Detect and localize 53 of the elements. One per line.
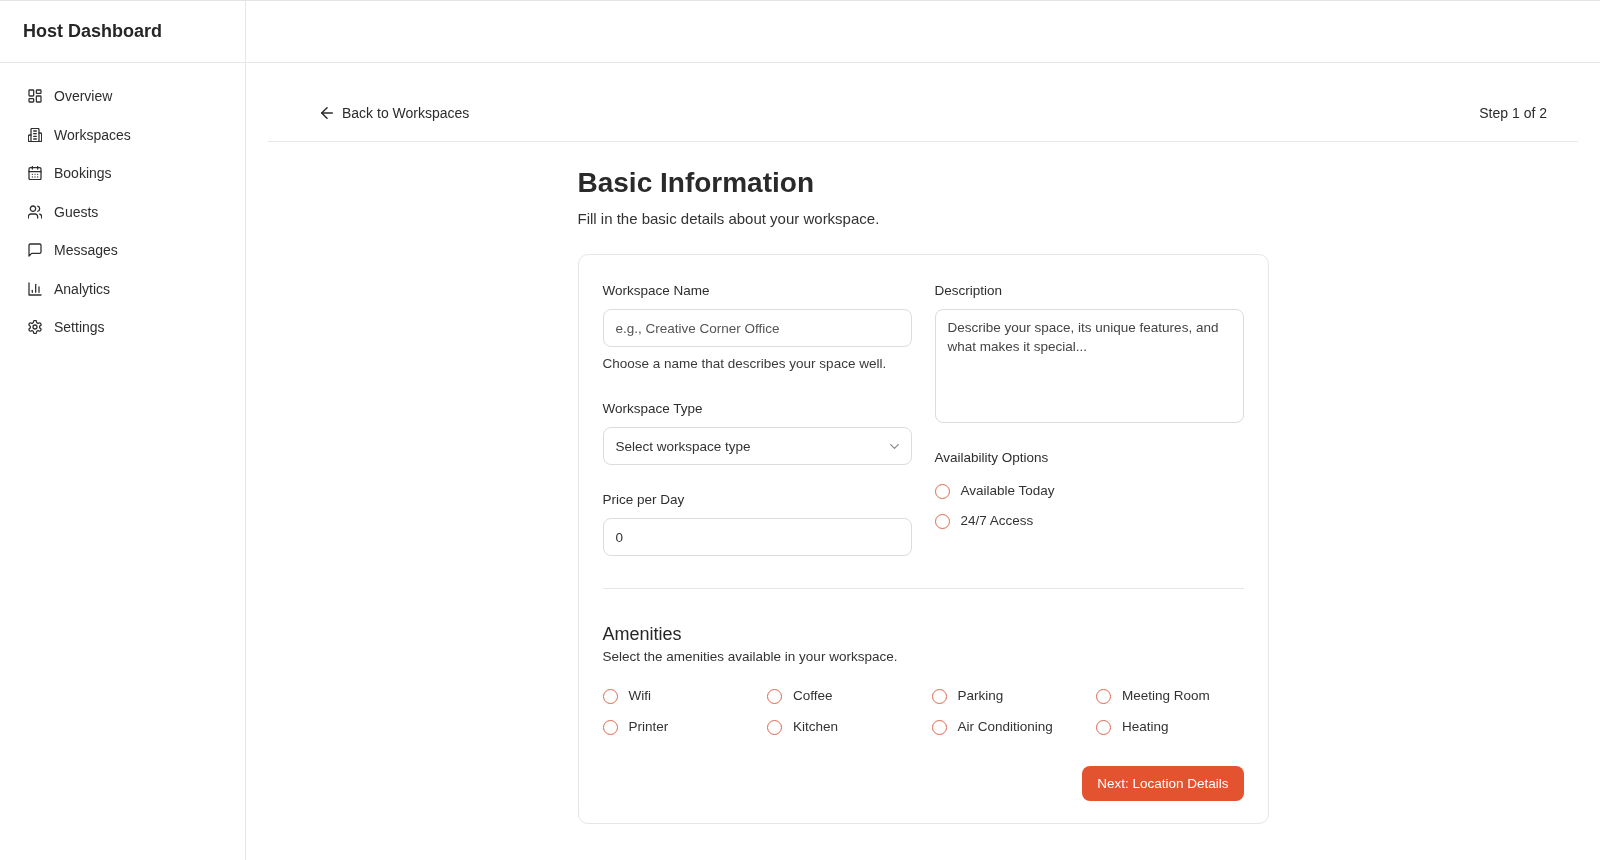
option-label: 24/7 Access: [960, 512, 1034, 530]
sidebar-title: Host Dashboard: [23, 21, 163, 42]
people-icon: [28, 204, 42, 219]
radio-button[interactable]: [767, 688, 782, 704]
field-hint: Choose a name that describes your space well.: [602, 355, 888, 373]
radio-button[interactable]: [934, 513, 950, 529]
textarea-field[interactable]: Describe your space, its unique features, and what makes it special...: [934, 309, 1244, 423]
building-icon: [28, 127, 42, 142]
radio-button[interactable]: [602, 688, 618, 704]
radio-button[interactable]: [1096, 719, 1111, 735]
option-label: Air Conditioning: [957, 718, 1053, 736]
back-link[interactable]: Back to Workspaces: [321, 103, 470, 123]
section-subtitle: Select the amenities available in your workspace.: [602, 648, 899, 666]
radio-button[interactable]: [931, 688, 947, 704]
field-label: Description: [934, 282, 1004, 300]
next-button[interactable]: Next: Location Details: [1082, 766, 1244, 801]
nav-item[interactable]: Guests: [10, 192, 235, 231]
radio-button[interactable]: [602, 719, 618, 735]
input-field[interactable]: e.g., Creative Corner Office: [602, 309, 912, 347]
field-label: Price per Day: [602, 491, 686, 509]
nav-item[interactable]: Analytics: [10, 269, 235, 308]
nav-item[interactable]: Overview: [10, 77, 235, 116]
nav-item[interactable]: Bookings: [10, 154, 235, 193]
option-label: Coffee: [793, 687, 833, 705]
field-label: Workspace Type: [602, 400, 704, 418]
step-indicator: Step 1 of 2: [1479, 104, 1547, 123]
input-field[interactable]: 0: [602, 518, 912, 556]
option-label: Wifi: [628, 687, 651, 705]
chevron-down-icon: [889, 443, 899, 449]
select-dropdown[interactable]: Select workspace type: [602, 427, 912, 465]
radio-button[interactable]: [767, 719, 782, 735]
field-label: Availability Options: [934, 449, 1050, 467]
field-label: Workspace Name: [602, 282, 711, 300]
settings-icon: [28, 320, 42, 335]
page-subtitle: Fill in the basic details about your workspace.: [577, 209, 881, 229]
option-label: Kitchen: [793, 718, 839, 736]
option-label: Meeting Room: [1122, 687, 1210, 705]
radio-button[interactable]: [1096, 688, 1111, 704]
option-label: Heating: [1122, 718, 1169, 736]
nav-item[interactable]: Workspaces: [10, 115, 235, 154]
calendar-icon: [28, 166, 42, 181]
page-title: Basic Information: [577, 166, 815, 200]
radio-button[interactable]: [934, 483, 950, 499]
option-label: Available Today: [960, 482, 1055, 500]
nav-item[interactable]: Settings: [10, 308, 235, 347]
section-heading: Amenities: [602, 623, 683, 646]
option-label: Printer: [628, 718, 669, 736]
bar-chart-icon: [28, 281, 42, 296]
chat-bubble-icon: [28, 243, 42, 258]
option-label: Parking: [957, 687, 1004, 705]
nav-item[interactable]: Messages: [10, 231, 235, 270]
radio-button[interactable]: [931, 719, 947, 735]
dashboard-icon: [28, 89, 42, 104]
